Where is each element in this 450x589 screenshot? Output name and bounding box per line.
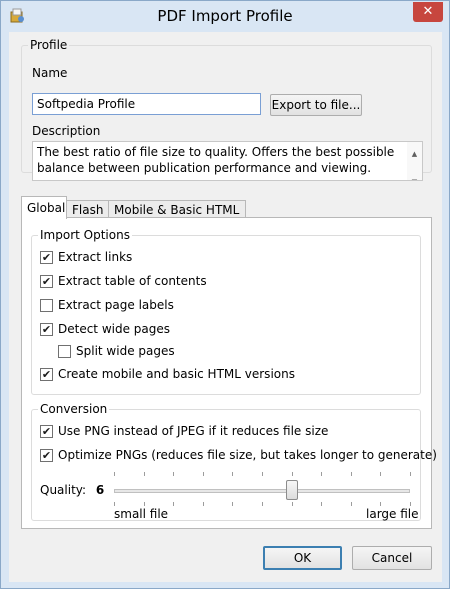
slider-tick [410, 472, 411, 476]
slider-tick [232, 472, 233, 476]
slider-tick [114, 502, 115, 506]
slider-tick [410, 502, 411, 506]
slider-tick [203, 472, 204, 476]
slider-tick [380, 472, 381, 476]
slider-tick [380, 502, 381, 506]
slider-tick [262, 502, 263, 506]
profile-group: Profile Name Export to file... Descripti… [21, 38, 432, 181]
checkbox-label: Extract table of contents [58, 274, 207, 288]
checkbox-label: Optimize PNGs (reduces file size, but ta… [58, 448, 437, 462]
slider-tick [232, 502, 233, 506]
checkbox-box[interactable]: ✔ [40, 425, 53, 438]
conversion-group: Conversion ✔ Use PNG instead of JPEG if … [31, 402, 437, 521]
checkbox-box[interactable]: ✔ [40, 251, 53, 264]
slider-tick [292, 472, 293, 476]
conversion-label: Conversion [38, 402, 110, 416]
slider-tick [114, 472, 115, 476]
export-to-file-button[interactable]: Export to file... [270, 94, 362, 116]
checkbox-label: Extract links [58, 250, 133, 264]
slider-tick [173, 472, 174, 476]
small-file-label: small file [114, 507, 169, 521]
scroll-up-icon[interactable]: ▲ [407, 146, 422, 162]
quality-label: Quality: 6 [40, 483, 104, 497]
name-label: Name [32, 66, 68, 80]
import-options-group: Import Options ✔ Extract links ✔ Extract… [31, 228, 421, 395]
tab-global[interactable]: Global [21, 196, 67, 219]
checkbox-label: Extract page labels [58, 298, 174, 312]
global-tab-panel: Import Options ✔ Extract links ✔ Extract… [21, 217, 437, 529]
profile-group-label: Profile [28, 38, 70, 52]
checkbox-box[interactable] [58, 345, 71, 358]
close-button[interactable]: ✕ [413, 2, 443, 22]
description-textarea[interactable]: The best ratio of file size to quality. … [32, 141, 423, 181]
slider-tick [203, 502, 204, 506]
window-title: PDF Import Profile [157, 7, 293, 25]
checkbox-box[interactable]: ✔ [40, 275, 53, 288]
cancel-button[interactable]: Cancel [352, 546, 432, 570]
ok-button[interactable]: OK [263, 546, 342, 570]
checkbox-box[interactable]: ✔ [40, 449, 53, 462]
quality-slider-thumb[interactable] [286, 480, 298, 500]
slider-tick [351, 502, 352, 506]
slider-tick [321, 502, 322, 506]
checkbox-label: Create mobile and basic HTML versions [58, 367, 295, 381]
slider-tick [292, 502, 293, 506]
quality-value: 6 [95, 483, 105, 497]
large-file-label: large file [366, 507, 419, 521]
name-input[interactable] [32, 93, 261, 115]
slider-tick [262, 472, 263, 476]
quality-slider-track[interactable] [114, 489, 410, 493]
scroll-down-icon[interactable]: ▼ [407, 174, 422, 180]
dialog-body: Profile Name Export to file... Descripti… [9, 32, 442, 582]
import-options-label: Import Options [38, 228, 132, 242]
slider-tick [144, 472, 145, 476]
checkbox-label: Split wide pages [76, 344, 175, 358]
slider-tick [173, 502, 174, 506]
checkbox-box[interactable]: ✔ [40, 323, 53, 336]
description-scrollbar[interactable]: ▲ ▼ [407, 142, 422, 180]
pdf-import-profile-window: PDF Import Profile ✕ Profile Name Export… [0, 0, 450, 589]
slider-tick [351, 472, 352, 476]
checkbox-label: Detect wide pages [58, 322, 171, 336]
title-bar: PDF Import Profile ✕ [1, 1, 449, 32]
checkbox-label: Use PNG instead of JPEG if it reduces fi… [58, 424, 329, 438]
slider-tick [321, 472, 322, 476]
description-text: The best ratio of file size to quality. … [37, 145, 395, 175]
quality-caption: Quality: [40, 483, 87, 497]
description-label: Description [32, 124, 101, 138]
checkbox-box[interactable] [40, 299, 53, 312]
slider-tick [144, 502, 145, 506]
checkbox-box[interactable]: ✔ [40, 368, 53, 381]
